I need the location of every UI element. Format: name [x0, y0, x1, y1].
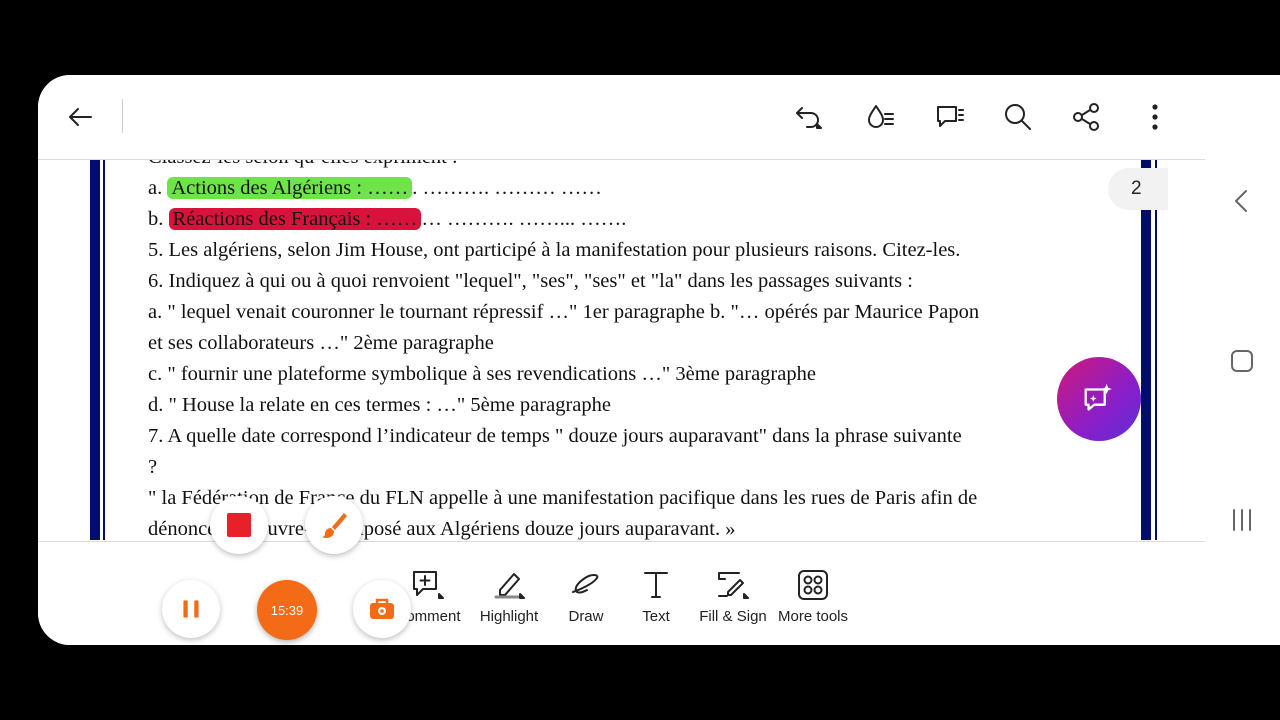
draw-tool-label: Draw — [568, 608, 604, 625]
pdf-page[interactable]: Classez-les selon qu’elles expriment : a.… — [90, 160, 1157, 540]
ai-assistant-button[interactable] — [1057, 357, 1141, 441]
search-button[interactable] — [996, 95, 1040, 139]
back-arrow-icon — [69, 108, 92, 126]
document-line: dénoncer le couvre-feu imposé aux Algéri… — [148, 514, 1108, 540]
stop-icon — [227, 513, 251, 537]
pause-icon — [183, 600, 199, 618]
fill-sign-tool-label: Fill & Sign — [699, 608, 767, 625]
document-line: 7. A quelle date correspond l’indicateur… — [148, 421, 1108, 452]
text-segment: " la Fédération de France du FLN appelle… — [148, 487, 978, 509]
document-line: d. " House la relate en ces termes : …" … — [148, 390, 1108, 421]
page-border-left — [90, 160, 100, 540]
text-tool-label: Text — [642, 608, 670, 625]
text-segment: c. " fournir une plateforme symbolique à… — [148, 363, 816, 385]
search-icon — [1005, 104, 1031, 130]
document-line: 5. Les algériens, selon Jim House, ont p… — [148, 235, 1108, 266]
more-tools-icon — [798, 570, 828, 600]
text-segment: d. " House la relate en ces termes : …" … — [148, 394, 611, 416]
highlighter-icon — [494, 573, 525, 599]
page-border-left-thin — [103, 160, 105, 540]
comments-list-button[interactable] — [928, 95, 972, 139]
comment-list-icon — [937, 106, 964, 127]
document-line: et ses collaborateurs …" 2ème paragraphe — [148, 328, 1108, 359]
more-options-button[interactable] — [1133, 95, 1177, 139]
nav-home-button[interactable] — [1226, 345, 1258, 377]
share-icon — [1073, 103, 1099, 131]
ai-chat-sparkle-icon — [1084, 383, 1112, 411]
toolbox-icon — [370, 598, 394, 619]
document-line: " la Fédération de France du FLN appelle… — [148, 483, 1108, 514]
nav-back-button[interactable] — [1226, 185, 1258, 217]
chevron-left-icon — [1235, 190, 1247, 212]
text-segment: ? — [148, 456, 158, 478]
text-segment: . ………. ……… …… — [412, 177, 602, 199]
document-line: ? — [148, 452, 1108, 483]
undo-button[interactable] — [786, 95, 830, 139]
brush-icon — [322, 513, 347, 539]
text-segment: a. — [148, 177, 168, 199]
text-segment: 5. Les algériens, selon Jim House, ont p… — [148, 239, 961, 261]
recorder-timer[interactable]: 15:39 — [257, 580, 317, 640]
back-button[interactable] — [58, 95, 102, 139]
document-line: c. " fournir une plateforme symbolique à… — [148, 359, 1108, 390]
recorder-toolbox-button[interactable] — [353, 580, 411, 638]
top-toolbar — [38, 75, 1205, 160]
reading-mode-icon — [868, 105, 894, 128]
recorder-pause-button[interactable] — [162, 580, 220, 638]
document-line: b. Réactions des Français : ……… ………. …….… — [148, 204, 1108, 235]
share-button[interactable] — [1064, 95, 1108, 139]
page-border-right-thin — [1155, 160, 1157, 540]
home-square-icon — [1231, 350, 1253, 372]
text-segment: Classez-les selon qu’elles expriment : — [148, 160, 458, 168]
highlighted-text-green[interactable]: Actions des Algériens : …… — [167, 177, 413, 199]
more-tools-label: More tools — [777, 608, 849, 625]
recorder-stop-button[interactable] — [210, 496, 268, 554]
toolbar-divider — [122, 99, 123, 133]
text-icon — [644, 572, 668, 598]
document-line: 6. Indiquez à qui ou à quoi renvoient "l… — [148, 266, 1108, 297]
recents-icon — [1233, 509, 1251, 531]
app-window: Classez-les selon qu’elles expriment : a.… — [38, 75, 1205, 645]
text-tool[interactable]: Text — [616, 568, 696, 625]
draw-icon — [572, 574, 599, 594]
recorder-brush-button[interactable] — [305, 496, 363, 554]
text-segment: … ………. ……... ……. — [421, 208, 627, 230]
highlight-tool[interactable]: Highlight — [469, 568, 549, 625]
text-segment: b. — [148, 208, 169, 230]
document-line: a. Actions des Algériens : ……. ………. ……… … — [148, 173, 1108, 204]
page-number-badge[interactable]: 2 — [1108, 168, 1168, 210]
reading-mode-button[interactable] — [858, 95, 902, 139]
document-line: a. " lequel venait couronner le tournant… — [148, 297, 1108, 328]
nav-recents-button[interactable] — [1226, 504, 1258, 536]
text-segment: 7. A quelle date correspond l’indicateur… — [148, 425, 962, 447]
more-tools-button[interactable]: More tools — [773, 568, 853, 625]
text-segment: a. " lequel venait couronner le tournant… — [148, 301, 980, 323]
text-segment: et ses collaborateurs …" 2ème paragraphe — [148, 332, 494, 354]
draw-tool[interactable]: Draw — [546, 568, 626, 625]
text-segment: 6. Indiquez à qui ou à quoi renvoient "l… — [148, 270, 913, 292]
more-vertical-icon — [1152, 104, 1158, 130]
fill-sign-icon — [718, 572, 749, 599]
highlight-tool-label: Highlight — [479, 608, 539, 625]
add-comment-icon — [413, 571, 444, 599]
fill-sign-tool[interactable]: Fill & Sign — [693, 568, 773, 625]
document-text: Classez-les selon qu’elles expriment : a.… — [148, 160, 1108, 540]
document-line: Classez-les selon qu’elles expriment : — [148, 160, 1108, 173]
page-border-right — [1141, 160, 1151, 540]
undo-icon — [796, 107, 822, 129]
highlighted-text-red[interactable]: Réactions des Français : …… — [168, 208, 422, 230]
